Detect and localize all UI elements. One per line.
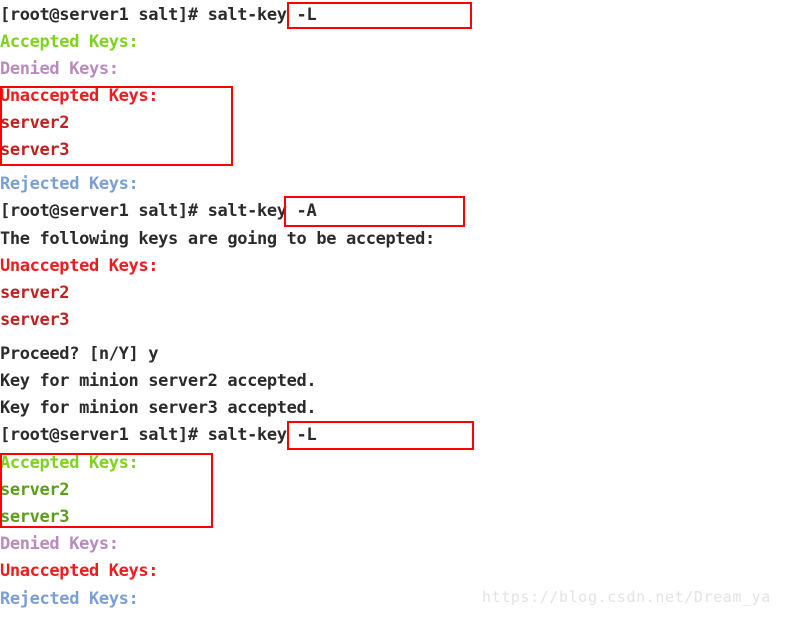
terminal-text-segment: Denied Keys: — [0, 59, 119, 79]
terminal-text-segment: [root@server1 salt]# — [0, 5, 208, 25]
terminal-text-segment: [root@server1 salt]# — [0, 425, 208, 445]
terminal-line: Rejected Keys: — [0, 586, 139, 613]
terminal-line: Key for minion server2 accepted. — [0, 368, 317, 395]
terminal-text-segment: salt-key -A — [207, 201, 317, 221]
terminal-text-segment: Accepted Keys: — [0, 32, 139, 52]
terminal-text-segment: Rejected Keys: — [0, 174, 139, 194]
terminal-text-segment: Proceed? [n/Y] y — [0, 344, 159, 364]
terminal-line: [root@server1 salt]# salt-key -L — [0, 2, 317, 29]
terminal-line: server2 — [0, 110, 70, 137]
terminal-text-segment: salt-key -L — [207, 425, 317, 445]
terminal-line: Proceed? [n/Y] y — [0, 341, 159, 368]
terminal-line: server3 — [0, 137, 70, 164]
terminal-line: server2 — [0, 280, 70, 307]
terminal-line: [root@server1 salt]# salt-key -A — [0, 198, 317, 225]
terminal-line: [root@server1 salt]# salt-key -L — [0, 422, 317, 449]
terminal-text-segment: Rejected Keys: — [0, 589, 139, 609]
terminal-line: Unaccepted Keys: — [0, 83, 159, 110]
terminal-line: The following keys are going to be accep… — [0, 226, 435, 253]
terminal-line: Denied Keys: — [0, 531, 119, 558]
terminal-line: Accepted Keys: — [0, 29, 139, 56]
terminal-text-segment: Accepted Keys: — [0, 453, 139, 473]
terminal-window: [root@server1 salt]# salt-key -L Accepted… — [0, 0, 797, 620]
terminal-text-segment: Unaccepted Keys: — [0, 561, 159, 581]
terminal-text-segment: server3 — [0, 310, 70, 330]
watermark-text: https://blog.csdn.net/Dream_ya — [482, 588, 771, 606]
terminal-line: Denied Keys: — [0, 56, 119, 83]
terminal-text-segment: salt-key -L — [207, 5, 317, 25]
terminal-line: server3 — [0, 504, 70, 531]
terminal-text-segment: Denied Keys: — [0, 534, 119, 554]
terminal-text-segment: The following keys are going to be accep… — [0, 229, 435, 249]
terminal-text-segment: server2 — [0, 480, 70, 500]
terminal-text-segment: server2 — [0, 113, 70, 133]
terminal-text-segment: [root@server1 salt]# — [0, 201, 208, 221]
terminal-line: Key for minion server3 accepted. — [0, 395, 317, 422]
terminal-line: server2 — [0, 477, 70, 504]
terminal-line: Unaccepted Keys: — [0, 558, 159, 585]
terminal-text-segment: server2 — [0, 283, 70, 303]
terminal-text-segment: server3 — [0, 140, 70, 160]
terminal-line: Rejected Keys: — [0, 171, 139, 198]
terminal-line: server3 — [0, 307, 70, 334]
terminal-text-segment: Unaccepted Keys: — [0, 86, 159, 106]
terminal-text-segment: Unaccepted Keys: — [0, 256, 159, 276]
terminal-text-segment: Key for minion server2 accepted. — [0, 371, 317, 391]
terminal-text-segment: server3 — [0, 507, 70, 527]
terminal-text-segment: Key for minion server3 accepted. — [0, 398, 317, 418]
terminal-line: Accepted Keys: — [0, 450, 139, 477]
terminal-line: Unaccepted Keys: — [0, 253, 159, 280]
